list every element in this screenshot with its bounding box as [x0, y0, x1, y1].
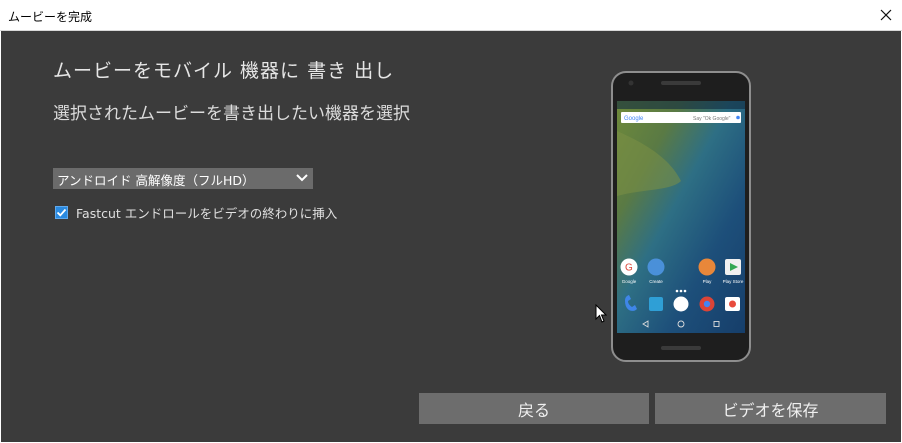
close-button[interactable]: [870, 0, 902, 30]
messages-icon: [649, 297, 663, 311]
google-app-icon: G: [625, 263, 633, 274]
page-subheading: 選択されたムービーを書き出したい機器を選択: [53, 104, 410, 124]
window-title: ムービーを完成: [8, 10, 93, 24]
save-video-button[interactable]: ビデオを保存: [655, 393, 886, 424]
phone-app-play-store: Play Store: [723, 259, 744, 284]
phone-search-brand: Google: [624, 116, 644, 122]
content-panel: ムービーをモバイル 機器に 書き 出し 選択されたムービーを書き出したい機器を選…: [1, 31, 901, 442]
back-button[interactable]: 戻る: [419, 393, 649, 424]
svg-text:Play: Play: [703, 279, 713, 284]
svg-text:Play Store: Play Store: [723, 279, 744, 284]
dialog-window: ムービーを完成 ムービーをモバイル 機器に 書き 出し 選択されたムービーを書き…: [0, 0, 902, 443]
device-select-value: アンドロイド 高解像度（フルHD）: [57, 173, 255, 188]
svg-text:Google: Google: [622, 279, 637, 284]
close-icon: [880, 9, 892, 21]
microphone-icon: [736, 115, 740, 120]
endroll-checkbox-label: Fastcut エンドロールをビデオの終わりに挿入: [76, 205, 338, 221]
mouse-cursor-icon: [595, 304, 607, 323]
chevron-down-icon: [296, 174, 308, 182]
page-heading: ムービーをモバイル 機器に 書き 出し: [53, 60, 395, 82]
phone-search-hint: Say "Ok Google": [693, 116, 731, 122]
phone-preview: Google Say "Ok Google" G Google Create P…: [611, 71, 751, 362]
play-app-icon: [698, 258, 716, 276]
app-drawer-icon: [673, 296, 689, 312]
device-select[interactable]: アンドロイド 高解像度（フルHD）: [53, 168, 313, 189]
endroll-checkbox[interactable]: [55, 205, 68, 219]
phone-app-google: G Google: [620, 258, 638, 284]
title-bar: ムービーを完成: [0, 0, 902, 31]
svg-text:Create: Create: [649, 279, 663, 284]
checkmark-icon: [56, 208, 67, 217]
create-app-icon: [647, 258, 665, 276]
phone-app-create: Create: [647, 258, 665, 284]
endroll-option: Fastcut エンドロールをビデオの終わりに挿入: [55, 203, 337, 221]
